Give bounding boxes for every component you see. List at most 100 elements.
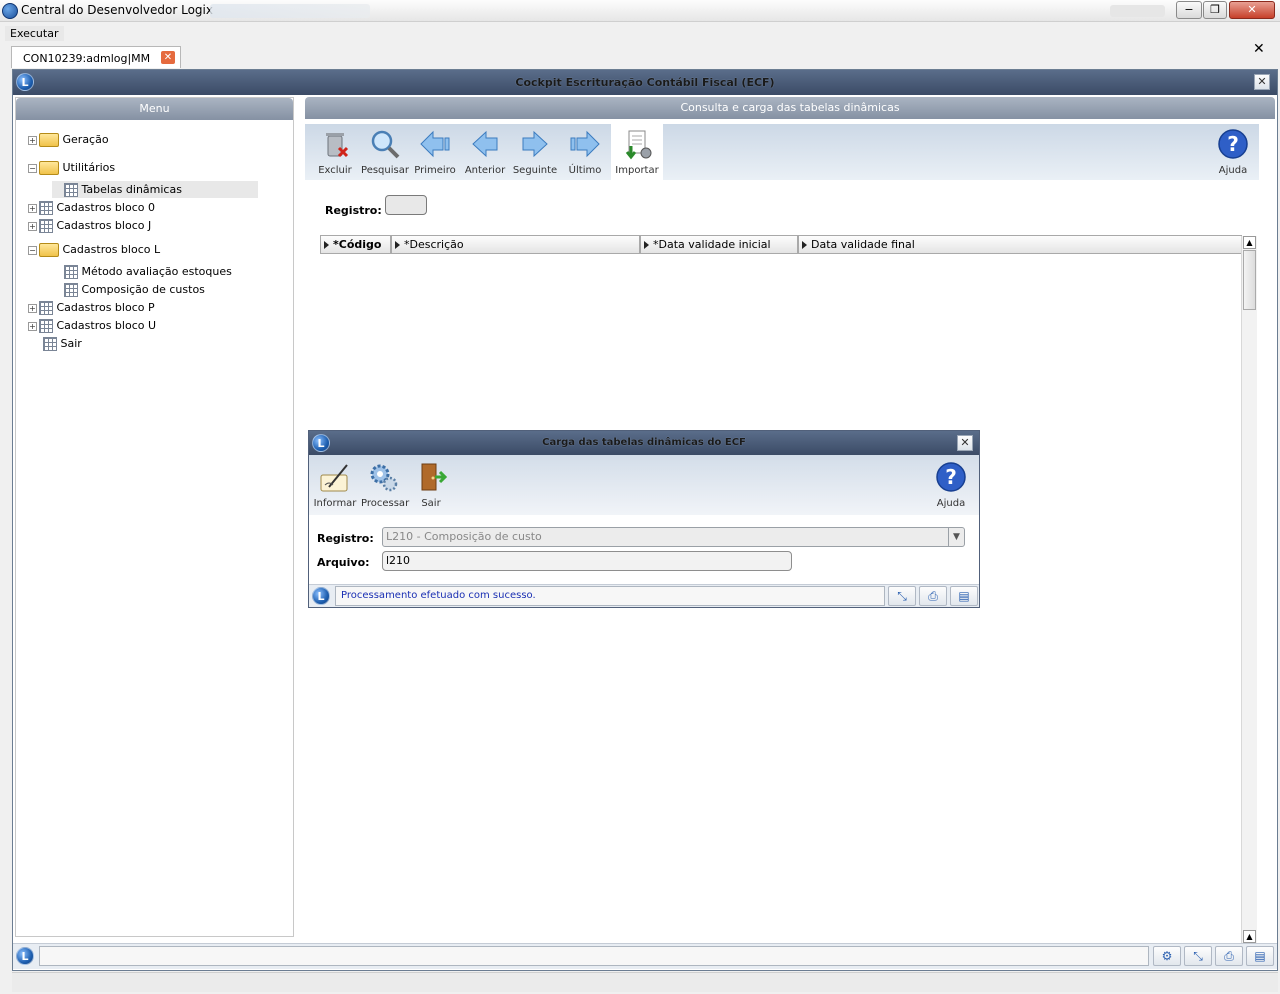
tree-item-composicao-custos[interactable]: Composição de custos <box>64 283 205 297</box>
close-all-tabs-button[interactable]: ✕ <box>1253 41 1265 57</box>
logix-status-icon: L <box>312 587 330 605</box>
grid-icon <box>64 265 78 279</box>
tree-item-geracao[interactable]: + Geração <box>28 133 109 147</box>
ajuda-label: Ajuda <box>1218 165 1248 176</box>
column-codigo[interactable]: *Código <box>320 235 391 254</box>
tree-item-cadastros-bloco-p[interactable]: + Cadastros bloco P <box>28 301 155 315</box>
window-title-bar: Central do Desenvolvedor Logix − ❐ ✕ <box>0 0 1280 22</box>
informar-button[interactable]: Informar <box>313 461 357 509</box>
arquivo-input[interactable]: l210 <box>382 551 792 571</box>
tree-item-label: Geração <box>62 133 109 146</box>
primeiro-button[interactable]: Primeiro <box>411 128 459 176</box>
processar-label: Processar <box>361 498 410 509</box>
column-descricao[interactable]: *Descrição <box>391 235 640 254</box>
importar-button[interactable]: Importar <box>611 124 663 180</box>
table-scrollbar[interactable]: ▲ ▲ <box>1241 236 1257 944</box>
anterior-button[interactable]: Anterior <box>461 128 509 176</box>
tree-item-label: Cadastros bloco P <box>56 301 155 314</box>
processar-button[interactable]: Processar <box>361 461 409 509</box>
column-data-inicial[interactable]: *Data validade inicial <box>640 235 798 254</box>
blurred-area <box>1110 5 1165 17</box>
tree-item-label: Cadastros bloco U <box>56 319 157 332</box>
registro-field[interactable] <box>385 195 427 215</box>
menu-panel: Menu + Geração − Utilitários Tabelas din… <box>15 97 294 937</box>
chevron-down-icon[interactable]: ▼ <box>948 528 964 546</box>
ajuda-button[interactable]: ? Ajuda <box>1213 128 1253 176</box>
tree-item-metodo-avaliacao[interactable]: Método avaliação estoques <box>64 265 232 279</box>
window-close-button[interactable]: ✕ <box>1229 1 1275 19</box>
dialog-ajuda-button[interactable]: ? Ajuda <box>931 461 971 509</box>
scroll-down-icon[interactable]: ▲ <box>1243 930 1256 943</box>
tree-item-label: Utilitários <box>62 161 116 174</box>
ajuda-label: Ajuda <box>936 498 966 509</box>
mdi-title: Cockpit Escrituração Contábil Fiscal (EC… <box>515 76 775 89</box>
bottom-bar <box>12 972 1278 992</box>
tree-item-cadastros-bloco-0[interactable]: + Cadastros bloco 0 <box>28 201 155 215</box>
pesquisar-label: Pesquisar <box>361 165 409 176</box>
chat-icon[interactable]: ▤ <box>1246 946 1274 966</box>
expand-icon[interactable]: + <box>28 303 37 313</box>
import-icon <box>625 130 652 160</box>
seguinte-button[interactable]: Seguinte <box>511 128 559 176</box>
registro-select[interactable]: L210 - Composição de custo ▼ <box>382 527 965 547</box>
sort-arrow-icon <box>802 241 807 249</box>
expand-icon[interactable]: + <box>28 221 37 231</box>
sort-arrow-icon <box>644 241 649 249</box>
resize-icon[interactable]: ⤡ <box>1184 946 1212 966</box>
minimize-button[interactable]: − <box>1176 1 1202 19</box>
menu-header: Menu <box>16 98 293 120</box>
resize-icon[interactable]: ⤡ <box>888 586 916 606</box>
tree-item-cadastros-bloco-u[interactable]: + Cadastros bloco U <box>28 319 156 333</box>
help-icon: ? <box>936 462 966 492</box>
tree-item-cadastros-bloco-j[interactable]: + Cadastros bloco J <box>28 219 151 233</box>
scroll-up-icon[interactable]: ▲ <box>1243 236 1256 249</box>
edit-pen-icon <box>320 464 348 492</box>
settings-icon[interactable]: ⚙ <box>1153 946 1181 966</box>
collapse-icon[interactable]: − <box>28 245 37 255</box>
left-arrow-icon <box>472 130 498 158</box>
chat-icon[interactable]: ▤ <box>950 586 978 606</box>
column-label: *Código <box>333 238 382 251</box>
menu-bar: Executar <box>0 24 1280 43</box>
app-logo-icon <box>2 3 18 19</box>
tab-con10239[interactable]: CON10239:admlog|MM ✕ <box>11 46 181 68</box>
tree-item-label: Sair <box>60 337 82 350</box>
tree-item-label: Cadastros bloco L <box>62 243 161 256</box>
expand-icon[interactable]: + <box>28 135 37 145</box>
folder-icon <box>39 133 59 147</box>
tab-strip: CON10239:admlog|MM ✕ <box>0 44 1280 68</box>
dialog-title-bar: L Carga das tabelas dinâmicas do ECF ✕ <box>309 431 979 455</box>
dialog-close-button[interactable]: ✕ <box>957 435 973 451</box>
tab-close-icon[interactable]: ✕ <box>161 51 175 64</box>
print-icon[interactable]: ⎙ <box>919 586 947 606</box>
dialog-registro-label: Registro: <box>317 532 374 545</box>
logix-status-icon: L <box>16 947 34 965</box>
main-toolbar: Excluir Pesquisar Primeiro Anterior Segu… <box>305 124 1259 180</box>
scroll-thumb[interactable] <box>1243 250 1256 310</box>
help-icon: ? <box>1218 129 1248 159</box>
tree-item-cadastros-bloco-l[interactable]: − Cadastros bloco L <box>28 243 160 257</box>
sair-button[interactable]: Sair <box>411 461 451 509</box>
grid-icon <box>39 301 53 315</box>
first-arrow-icon <box>420 130 450 158</box>
grid-icon <box>39 201 53 215</box>
restore-button[interactable]: ❐ <box>1203 1 1227 19</box>
collapse-icon[interactable]: − <box>28 163 37 173</box>
expand-icon[interactable]: + <box>28 203 37 213</box>
tree-item-sair[interactable]: Sair <box>43 337 82 351</box>
tree-item-label: Cadastros bloco 0 <box>56 201 155 214</box>
tree-item-tabelas-dinamicas[interactable]: Tabelas dinâmicas <box>52 181 258 198</box>
ultimo-button[interactable]: Último <box>561 128 609 176</box>
expand-icon[interactable]: + <box>28 321 37 331</box>
pesquisar-button[interactable]: Pesquisar <box>361 128 409 176</box>
menu-executar[interactable]: Executar <box>5 26 64 41</box>
print-icon[interactable]: ⎙ <box>1215 946 1243 966</box>
excluir-button[interactable]: Excluir <box>313 128 357 176</box>
dialog-toolbar: Informar Processar Sair ? Ajuda <box>309 455 979 515</box>
content-header: Consulta e carga das tabelas dinâmicas <box>305 97 1275 119</box>
mdi-close-button[interactable]: ✕ <box>1254 74 1270 90</box>
folder-open-icon <box>39 243 59 257</box>
tree-item-utilitarios[interactable]: − Utilitários <box>28 161 115 175</box>
column-data-final[interactable]: Data validade final <box>798 235 1242 254</box>
sair-label: Sair <box>421 498 441 509</box>
